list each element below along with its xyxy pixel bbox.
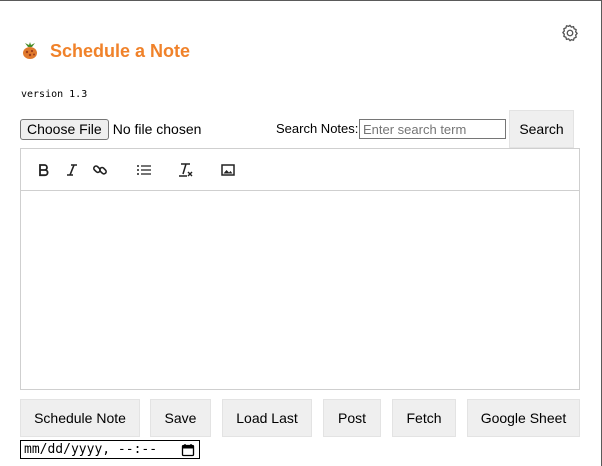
image-icon[interactable] [219,161,237,179]
file-chooser: Choose File No file chosen [20,118,201,140]
load-last-button[interactable]: Load Last [222,399,312,437]
datetime-value: mm/dd/yyyy, --:-- [24,442,165,457]
editor-toolbar [21,149,579,191]
gear-icon[interactable] [560,23,580,43]
file-status: No file chosen [112,121,202,137]
note-editor [20,148,580,390]
header: Schedule a Note [20,38,190,64]
italic-icon[interactable] [63,161,81,179]
post-button[interactable]: Post [323,399,381,437]
page-title: Schedule a Note [50,40,191,61]
bullet-list-icon[interactable] [135,161,153,179]
bold-icon[interactable] [35,161,53,179]
clear-format-icon[interactable] [177,161,195,179]
link-icon[interactable] [91,161,109,179]
search-button[interactable]: Search [509,110,574,148]
google-sheet-button[interactable]: Google Sheet [467,399,580,437]
schedule-note-button[interactable]: Schedule Note [20,399,140,437]
datetime-input[interactable]: mm/dd/yyyy, --:-- [20,440,200,459]
search-label: Search Notes: [276,121,359,136]
search-input[interactable] [359,119,506,139]
fruit-logo-icon [20,41,40,61]
editor-content[interactable] [21,191,579,389]
save-button[interactable]: Save [150,399,211,437]
choose-file-button[interactable]: Choose File [20,118,109,140]
calendar-icon[interactable] [181,443,195,457]
version-label: version 1.3 [21,89,88,100]
fetch-button[interactable]: Fetch [392,399,456,437]
